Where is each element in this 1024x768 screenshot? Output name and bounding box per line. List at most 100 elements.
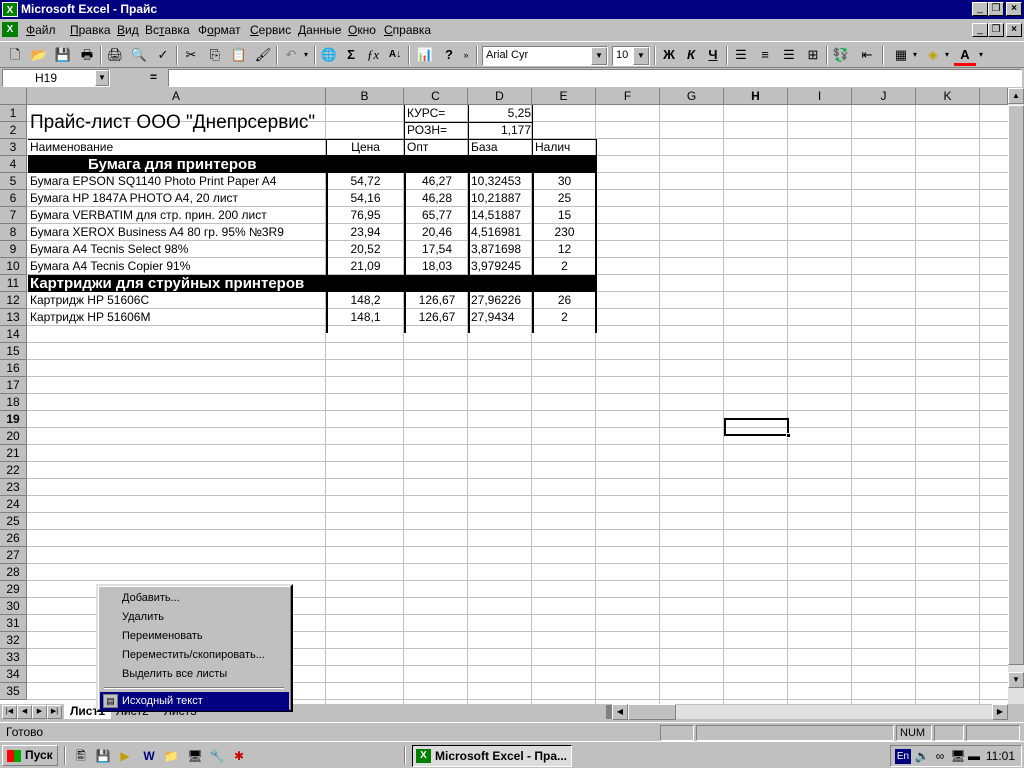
paste-icon[interactable]: 📋: [228, 45, 250, 66]
sort-icon[interactable]: A↓: [384, 45, 406, 66]
clock[interactable]: 11:01: [986, 749, 1015, 763]
volume-icon[interactable]: 🔊: [913, 747, 931, 765]
open-icon[interactable]: 📂: [28, 45, 50, 66]
more-buttons-icon[interactable]: »: [460, 45, 472, 66]
menu-view-code[interactable]: ▤ Исходный текст: [100, 692, 289, 711]
print-preview-icon[interactable]: 🖨: [104, 45, 126, 66]
quicklaunch-media-icon[interactable]: ▶: [116, 747, 134, 765]
new-icon[interactable]: 🗋: [4, 45, 26, 66]
print-icon[interactable]: 🖶: [76, 45, 98, 66]
menu-7[interactable]: Данные: [298, 23, 341, 37]
next-sheet-icon[interactable]: ▶: [32, 705, 47, 719]
scroll-thumb[interactable]: [1008, 105, 1024, 665]
workbook-icon[interactable]: X: [2, 22, 18, 37]
doc-restore-button[interactable]: ❐: [988, 23, 1004, 37]
language-indicator[interactable]: En: [895, 749, 911, 764]
indent-icon[interactable]: ⇤: [856, 45, 878, 66]
menu-add[interactable]: Добавить...: [100, 589, 289, 608]
quicklaunch-save-icon[interactable]: 💾: [94, 747, 112, 765]
formula-equals[interactable]: =: [150, 70, 157, 84]
menu-rename[interactable]: Переименовать: [100, 627, 289, 646]
printer-tray-icon[interactable]: ▬: [965, 747, 983, 765]
quicklaunch-app-icon[interactable]: ✱: [230, 747, 248, 765]
currency-icon[interactable]: 💱: [830, 45, 852, 66]
quicklaunch-tool-icon[interactable]: 🔧: [208, 747, 226, 765]
taskbar: Пуск 🖺 💾 ▶ W 📁 🖥 🔧 ✱ X Microsoft Excel -…: [0, 741, 1024, 768]
active-cell-cursor[interactable]: [724, 418, 791, 438]
help-icon[interactable]: ?: [438, 45, 460, 66]
menu-move-copy[interactable]: Переместить/скопировать...: [100, 646, 289, 665]
prev-sheet-icon[interactable]: ◀: [17, 705, 32, 719]
italic-button[interactable]: К: [680, 45, 702, 66]
chevron-down-icon[interactable]: ▼: [95, 70, 109, 86]
scroll-right-icon[interactable]: ▶: [992, 704, 1008, 720]
undo-icon[interactable]: ↶: [280, 45, 302, 66]
formula-bar: H19 ▼ =: [0, 68, 1024, 88]
formula-input[interactable]: [168, 69, 1022, 87]
excel-app-icon[interactable]: X: [2, 2, 18, 17]
fill-color-icon[interactable]: ◈: [922, 45, 944, 66]
underline-button[interactable]: Ч: [702, 45, 724, 66]
undo-dropdown-icon[interactable]: ▾: [300, 45, 312, 66]
quicklaunch-folder-icon[interactable]: 📁: [162, 747, 180, 765]
save-icon[interactable]: 💾: [52, 45, 74, 66]
doc-close-button[interactable]: ×: [1006, 23, 1022, 37]
align-center-icon[interactable]: ≡: [754, 45, 776, 66]
menu-5[interactable]: Формат: [198, 23, 241, 37]
taskbar-excel-button[interactable]: X Microsoft Excel - Пра...: [412, 745, 572, 767]
toolbar-separator: [100, 46, 102, 65]
font-name-select[interactable]: Arial Cyr ▼: [482, 46, 608, 66]
num-lock-indicator: NUM: [896, 725, 932, 741]
font-color-dropdown-icon[interactable]: ▾: [976, 45, 986, 66]
menu-2[interactable]: Правка: [70, 23, 111, 37]
web-icon[interactable]: 🌐: [318, 45, 340, 66]
doc-minimize-button[interactable]: _: [972, 23, 988, 37]
copy-icon[interactable]: ⎘: [204, 45, 226, 66]
preview-icon[interactable]: 🔍: [128, 45, 150, 66]
last-sheet-icon[interactable]: ▶|: [47, 705, 62, 719]
menu-4[interactable]: Вставка: [145, 23, 190, 37]
toolbar: 🗋 📂 💾 🖶 🖨 🔍 ✓ ✂ ⎘ 📋 🖌 ↶ ▾ 🌐 Σ ƒx A↓ 📊 ? …: [0, 41, 1024, 68]
start-button[interactable]: Пуск: [2, 745, 58, 766]
spell-check-icon[interactable]: ✓: [152, 45, 174, 66]
quicklaunch-explorer-icon[interactable]: 🖺: [72, 747, 90, 765]
chart-wizard-icon[interactable]: 📊: [414, 45, 436, 66]
borders-icon[interactable]: ▦: [890, 45, 912, 66]
cut-icon[interactable]: ✂: [180, 45, 202, 66]
menu-9[interactable]: Справка: [384, 23, 431, 37]
chevron-down-icon[interactable]: ▼: [591, 47, 607, 65]
align-right-icon[interactable]: ☰: [778, 45, 800, 66]
network-icon[interactable]: ∞: [931, 747, 949, 765]
fill-handle[interactable]: [786, 433, 791, 438]
bold-button[interactable]: Ж: [658, 45, 680, 66]
close-button[interactable]: ×: [1006, 2, 1022, 16]
menu-select-all-sheets[interactable]: Выделить все листы: [100, 665, 289, 684]
menu-8[interactable]: Окно: [348, 23, 376, 37]
hscroll-thumb[interactable]: [628, 704, 676, 720]
minimize-button[interactable]: _: [972, 2, 988, 16]
name-box[interactable]: H19 ▼: [2, 69, 110, 87]
font-color-icon[interactable]: A: [954, 45, 976, 66]
menu-delete[interactable]: Удалить: [100, 608, 289, 627]
align-left-icon[interactable]: ☰: [730, 45, 752, 66]
scroll-left-icon[interactable]: ◀: [612, 704, 628, 720]
vertical-scrollbar[interactable]: ▲ ▼: [1008, 88, 1024, 706]
restore-button[interactable]: ❐: [988, 2, 1004, 16]
scroll-down-icon[interactable]: ▼: [1008, 672, 1024, 688]
borders-dropdown-icon[interactable]: ▾: [910, 45, 920, 66]
chevron-down-icon[interactable]: ▼: [633, 47, 649, 65]
menu-6[interactable]: Сервис: [250, 23, 291, 37]
quicklaunch-word-icon[interactable]: W: [140, 747, 158, 765]
menu-1[interactable]: Файл: [26, 23, 56, 37]
format-painter-icon[interactable]: 🖌: [252, 45, 274, 66]
scroll-up-icon[interactable]: ▲: [1008, 88, 1024, 104]
quicklaunch-monitor-icon[interactable]: 🖥: [186, 747, 204, 765]
autosum-icon[interactable]: Σ: [340, 45, 362, 66]
font-size-select[interactable]: 10 ▼: [612, 46, 650, 66]
horizontal-scrollbar[interactable]: ◀ ▶: [612, 704, 1008, 720]
first-sheet-icon[interactable]: |◀: [2, 705, 17, 719]
merge-center-icon[interactable]: ⊞: [802, 45, 824, 66]
fill-color-dropdown-icon[interactable]: ▾: [942, 45, 952, 66]
menu-3[interactable]: Вид: [117, 23, 139, 37]
function-icon[interactable]: ƒx: [362, 45, 384, 66]
